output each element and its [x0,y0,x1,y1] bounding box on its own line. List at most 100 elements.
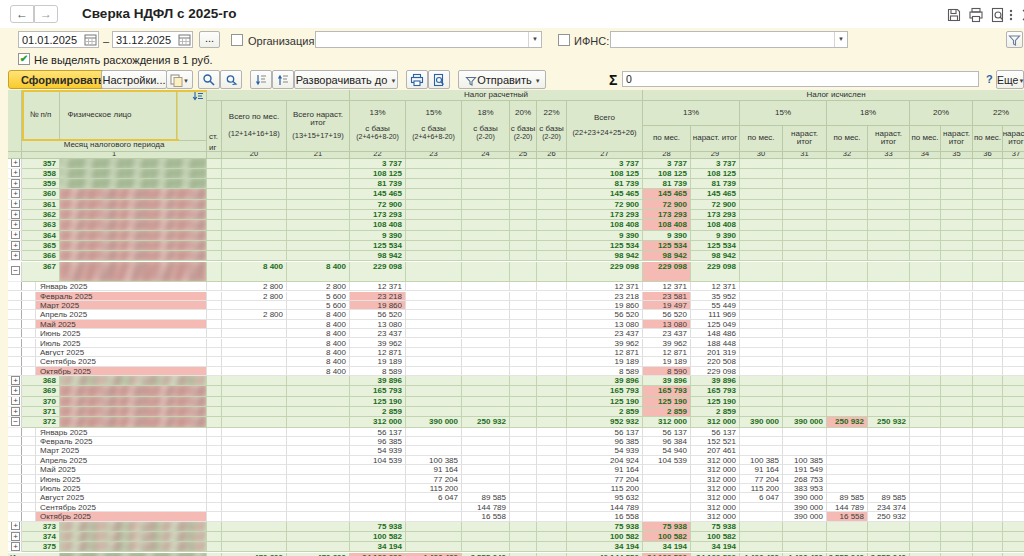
value-cell[interactable] [910,503,941,512]
value-cell[interactable]: 390 000 [406,417,462,427]
person-name-cell[interactable] [60,532,207,542]
value-cell[interactable] [222,446,287,455]
value-cell[interactable]: 34 194 [643,542,691,552]
colnum[interactable]: 29 [691,152,740,159]
value-cell[interactable]: 16 558 [567,512,643,521]
report-variants-button[interactable]: ▼ [166,70,193,89]
value-cell[interactable]: 108 125 [643,169,691,179]
value-cell[interactable]: 108 125 [350,169,406,179]
value-cell[interactable] [287,376,350,386]
value-cell[interactable]: 115 200 [740,484,783,493]
value-cell[interactable]: 77 204 [406,475,462,484]
row-number-cell[interactable]: 375 [22,542,60,552]
value-cell[interactable] [783,357,827,366]
value-cell[interactable]: 34 194 [567,542,643,552]
value-cell[interactable] [910,446,941,455]
expand-to-button[interactable]: Разворачивать до ▼ [294,70,398,89]
value-cell[interactable] [941,200,973,210]
value-cell[interactable] [222,189,287,199]
calendar-icon[interactable] [178,33,191,46]
value-cell[interactable] [537,220,567,230]
value-cell[interactable]: 125 190 [691,397,740,407]
value-cell[interactable] [462,407,510,417]
value-cell[interactable] [510,386,537,396]
value-cell[interactable] [222,179,287,189]
value-cell[interactable]: 104 539 [350,456,406,465]
value-cell[interactable]: 54 939 [567,446,643,455]
value-cell[interactable] [462,475,510,484]
value-cell[interactable] [510,553,537,556]
value-cell[interactable] [868,310,910,319]
value-cell[interactable] [222,465,287,474]
value-cell[interactable] [740,376,783,386]
value-cell[interactable] [827,542,868,552]
value-cell[interactable]: 89 585 [868,493,910,502]
value-cell[interactable]: 56 520 [350,310,406,319]
month-cell[interactable]: Февраль 2025 [36,437,207,446]
value-cell[interactable] [868,376,910,386]
value-cell[interactable]: 173 293 [691,210,740,220]
value-cell[interactable]: 9 390 [350,231,406,241]
value-cell[interactable] [537,189,567,199]
col20-header[interactable]: Всего по мес.(12+14+16+18) [222,101,287,152]
value-cell[interactable]: 23 581 [643,292,691,301]
value-cell[interactable] [462,262,510,283]
value-cell[interactable]: 125 534 [691,241,740,251]
value-cell[interactable]: 100 582 [643,532,691,542]
value-cell[interactable] [510,407,537,417]
value-cell[interactable] [941,397,973,407]
value-cell[interactable] [287,251,350,261]
value-cell[interactable] [973,329,1003,338]
assessed-pct-header[interactable]: 15% [740,101,827,127]
assessed-month-header[interactable]: по мес. [643,126,691,152]
value-cell[interactable]: 23 437 [567,329,643,338]
value-cell[interactable] [973,282,1003,291]
value-cell[interactable] [941,493,973,502]
value-cell[interactable] [510,159,537,169]
print-button[interactable] [406,70,428,89]
value-cell[interactable]: 312 000 [691,512,740,521]
value-cell[interactable]: 4 496 430 [740,553,783,556]
value-cell[interactable]: 312 000 [691,484,740,493]
value-cell[interactable] [406,357,462,366]
month-cell[interactable]: Октябрь 2025 [36,512,207,521]
value-cell[interactable] [222,348,287,357]
value-cell[interactable]: 8 400 [222,262,287,283]
value-cell[interactable] [1003,512,1024,521]
value-cell[interactable] [1003,456,1024,465]
value-cell[interactable] [910,522,941,532]
value-cell[interactable]: 390 000 [783,512,827,521]
value-cell[interactable]: 23 218 [350,292,406,301]
value-cell[interactable] [941,329,973,338]
value-cell[interactable]: 72 900 [691,200,740,210]
value-cell[interactable] [910,301,941,310]
value-cell[interactable]: 125 534 [643,241,691,251]
value-cell[interactable]: 12 371 [350,282,406,291]
value-cell[interactable] [222,159,287,169]
value-cell[interactable] [222,339,287,348]
value-cell[interactable]: 75 938 [350,522,406,532]
value-cell[interactable]: 108 408 [567,220,643,230]
value-cell[interactable] [783,169,827,179]
value-cell[interactable] [910,339,941,348]
value-cell[interactable]: 95 632 [567,493,643,502]
value-cell[interactable] [1003,329,1024,338]
row-number-cell[interactable]: 360 [22,189,60,199]
value-cell[interactable]: 165 793 [567,386,643,396]
value-cell[interactable] [537,292,567,301]
value-cell[interactable]: 312 000 [691,465,740,474]
value-cell[interactable] [222,367,287,376]
calendar-icon[interactable] [84,33,97,46]
value-cell[interactable] [783,231,827,241]
value-cell[interactable] [222,475,287,484]
value-cell[interactable] [462,446,510,455]
value-cell[interactable] [973,446,1003,455]
value-cell[interactable]: 8 400 [287,348,350,357]
value-cell[interactable]: 144 789 [567,503,643,512]
person-name-cell[interactable] [60,553,207,556]
value-cell[interactable]: 8 400 [287,310,350,319]
assessed-cum-header[interactable]: нараст. итог [691,126,740,152]
value-cell[interactable] [287,210,350,220]
value-cell[interactable] [1003,407,1024,417]
value-cell[interactable] [406,407,462,417]
